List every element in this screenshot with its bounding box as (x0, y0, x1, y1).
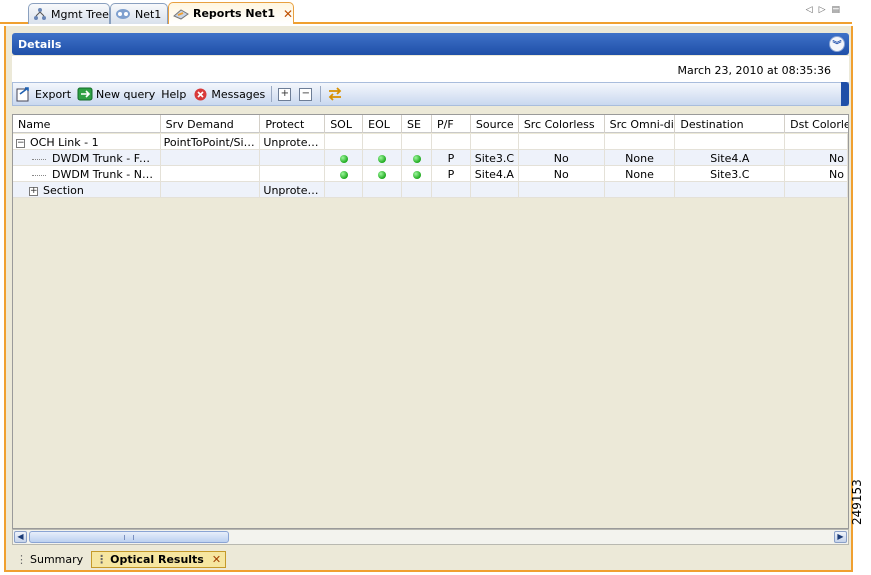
collapse-row-icon[interactable]: − (16, 138, 25, 148)
collapse-details-icon[interactable]: ︾ (829, 36, 845, 52)
column-header-se[interactable]: SE (402, 115, 432, 133)
new-query-button[interactable]: New query (77, 86, 155, 102)
network-icon (115, 6, 131, 22)
drag-handle-icon: ⋮ (96, 552, 108, 566)
row-name: OCH Link - 1 (30, 136, 99, 149)
date-area: March 23, 2010 at 08:35:36 (12, 56, 849, 82)
swap-arrows-icon (327, 86, 343, 102)
expand-row-icon[interactable]: + (29, 186, 38, 196)
column-header-name[interactable]: Name (13, 115, 161, 133)
row-source: Site4.A (470, 166, 519, 182)
table-row[interactable]: + Section Unprotected (13, 182, 848, 198)
row-pf: P (432, 150, 471, 166)
tab-navigation: ◁ ▷ ▤ (806, 5, 840, 15)
export-button[interactable]: Export (16, 86, 71, 102)
tree-icon (33, 6, 47, 22)
table-row[interactable]: − OCH Link - 1 PointToPoint/Site... Unpro… (13, 134, 848, 150)
figure-id: 249153 (850, 479, 864, 525)
row-dst-colorless: No (785, 166, 848, 182)
row-src-omni: None (604, 166, 676, 182)
column-header-eol[interactable]: EOL (363, 115, 403, 133)
tree-connector (32, 158, 46, 160)
grip-icon (124, 535, 134, 540)
row-destination: Site4.A (675, 150, 786, 166)
export-icon (16, 86, 32, 102)
optical-results-table: Name Srv Demand Protect SOL EOL SE P/F S… (12, 114, 849, 529)
expand-all-button[interactable]: + (278, 87, 292, 101)
table-row[interactable]: DWDM Trunk - Near End P Site4.A No None … (13, 166, 848, 182)
se-status-ok-icon (412, 171, 421, 179)
column-header-dst-colorless[interactable]: Dst Colorle (785, 115, 848, 133)
tree-connector (32, 174, 46, 176)
scroll-left-arrow-icon[interactable]: ◀ (14, 531, 27, 543)
scrollbar-thumb[interactable] (29, 531, 229, 543)
details-header: Details ︾ (12, 33, 849, 55)
column-header-src-colorless[interactable]: Src Colorless (519, 115, 605, 133)
column-header-destination[interactable]: Destination (675, 115, 786, 133)
eol-status-ok-icon (378, 155, 387, 163)
new-query-icon (77, 86, 93, 102)
table-row[interactable]: DWDM Trunk - Far End P Site3.C No None S… (13, 150, 848, 166)
column-header-protect[interactable]: Protect (260, 115, 326, 133)
se-status-ok-icon (412, 155, 421, 163)
scroll-left-icon[interactable]: ◁ (806, 5, 813, 15)
row-source: Site3.C (470, 150, 519, 166)
report-toolbar: Export New query Help Messages + − (12, 82, 849, 106)
close-tab-icon[interactable]: ✕ (212, 553, 221, 566)
tab-list-icon[interactable]: ▤ (831, 5, 840, 15)
row-name: Section (43, 184, 84, 197)
row-name: DWDM Trunk - Far End (52, 152, 161, 165)
row-dst-colorless: No (785, 150, 848, 166)
swap-button[interactable] (327, 86, 346, 102)
horizontal-scrollbar[interactable]: ◀ ▶ (12, 529, 849, 545)
column-header-pf[interactable]: P/F (432, 115, 471, 133)
help-button[interactable]: Help (161, 88, 186, 101)
toolbar-separator (271, 86, 273, 102)
tab-net1[interactable]: Net1 (110, 3, 168, 24)
reports-panel: Details ︾ March 23, 2010 at 08:35:36 Exp… (4, 26, 853, 572)
row-pf: P (432, 166, 471, 182)
error-icon (192, 86, 208, 102)
editor-tab-bar: Mgmt Tree Net1 Reports Net1 ✕ ◁ ▷ ▤ (0, 0, 852, 24)
row-protect: Unprotected (260, 182, 326, 198)
row-name: DWDM Trunk - Near End (52, 168, 160, 181)
scroll-right-arrow-icon[interactable]: ▶ (834, 531, 847, 543)
tab-summary[interactable]: ⋮ Summary (12, 551, 87, 568)
table-header: Name Srv Demand Protect SOL EOL SE P/F S… (13, 115, 848, 133)
report-icon (173, 6, 189, 22)
row-destination: Site3.C (675, 166, 786, 182)
tab-optical-results[interactable]: ⋮ Optical Results ✕ (91, 550, 227, 568)
tab-reports-net1[interactable]: Reports Net1 ✕ (168, 2, 294, 24)
drag-handle-icon: ⋮ (16, 552, 27, 566)
sol-status-ok-icon (339, 171, 348, 179)
collapse-all-button[interactable]: − (299, 87, 313, 101)
column-header-srv-demand[interactable]: Srv Demand (161, 115, 261, 133)
column-header-source[interactable]: Source (471, 115, 519, 133)
toolbar-separator (320, 86, 322, 102)
row-protect: Unprotected (260, 134, 326, 150)
column-header-src-omni-dir[interactable]: Src Omni-dir (605, 115, 676, 133)
scroll-right-icon[interactable]: ▷ (819, 5, 826, 15)
details-title: Details (18, 37, 62, 51)
column-header-sol[interactable]: SOL (325, 115, 364, 133)
row-src-colorless: No (518, 150, 605, 166)
toolbar-end-cap (841, 82, 849, 106)
report-date: March 23, 2010 at 08:35:36 (677, 64, 831, 77)
close-tab-icon[interactable]: ✕ (283, 7, 293, 21)
row-src-colorless: No (518, 166, 605, 182)
row-srv-demand: PointToPoint/Site... (160, 134, 261, 150)
eol-status-ok-icon (378, 171, 387, 179)
bottom-tab-bar: ⋮ Summary ⋮ Optical Results ✕ (12, 550, 230, 568)
sol-status-ok-icon (339, 155, 348, 163)
tab-mgmt-tree[interactable]: Mgmt Tree (28, 3, 110, 24)
row-src-omni: None (604, 150, 676, 166)
messages-button[interactable]: Messages (192, 86, 265, 102)
